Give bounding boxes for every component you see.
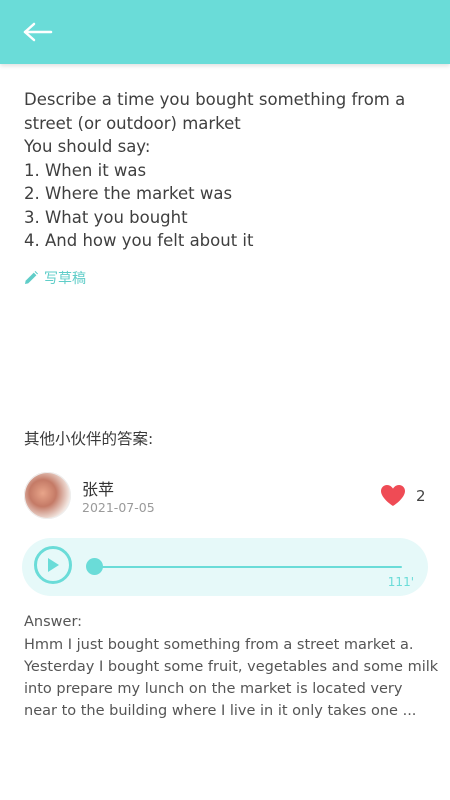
answer-line: near to the building where I live in it … <box>24 703 417 719</box>
heart-icon <box>381 485 405 506</box>
question-prompt: Describe a time you bought something fro… <box>24 88 424 253</box>
write-draft-button[interactable]: 写草稿 <box>24 267 86 289</box>
question-point-2: 2. Where the market was <box>24 184 233 203</box>
others-answers-title: 其他小伙伴的答案: <box>24 430 154 448</box>
play-button[interactable] <box>34 546 72 584</box>
answer-label: Answer: <box>24 614 83 630</box>
write-draft-label: 写草稿 <box>44 271 86 287</box>
answer-text[interactable]: Hmm I just bought something from a stree… <box>24 634 439 722</box>
question-topic: Describe a time you bought something fro… <box>24 90 406 133</box>
pencil-icon <box>25 271 38 284</box>
app-header <box>0 0 450 64</box>
avatar[interactable] <box>24 472 71 519</box>
like-count: 2 <box>416 486 426 505</box>
arrow-left-icon <box>23 22 53 42</box>
play-icon <box>48 558 59 572</box>
audio-progress-handle[interactable] <box>86 558 103 575</box>
audio-progress-track[interactable] <box>94 566 402 568</box>
question-point-1: 1. When it was <box>24 160 147 180</box>
answer-line: Hmm I just bought something from a stree… <box>24 637 414 653</box>
question-point-3: 3. What you bought <box>24 207 188 227</box>
back-button[interactable] <box>20 18 56 46</box>
username[interactable]: 张苹 <box>82 476 114 500</box>
answer-line: Yesterday I bought some fruit, vegetable… <box>24 659 439 675</box>
audio-player: 111' <box>22 538 428 596</box>
audio-duration: 111' <box>387 575 414 589</box>
question-subheading: You should say: <box>24 137 151 156</box>
answer-line: into prepare my lunch on the market is l… <box>24 681 403 697</box>
answer-date: 2021-07-05 <box>82 500 155 515</box>
like-button[interactable]: 2 <box>380 484 426 507</box>
question-point-4: 4. And how you felt about it <box>24 231 254 250</box>
